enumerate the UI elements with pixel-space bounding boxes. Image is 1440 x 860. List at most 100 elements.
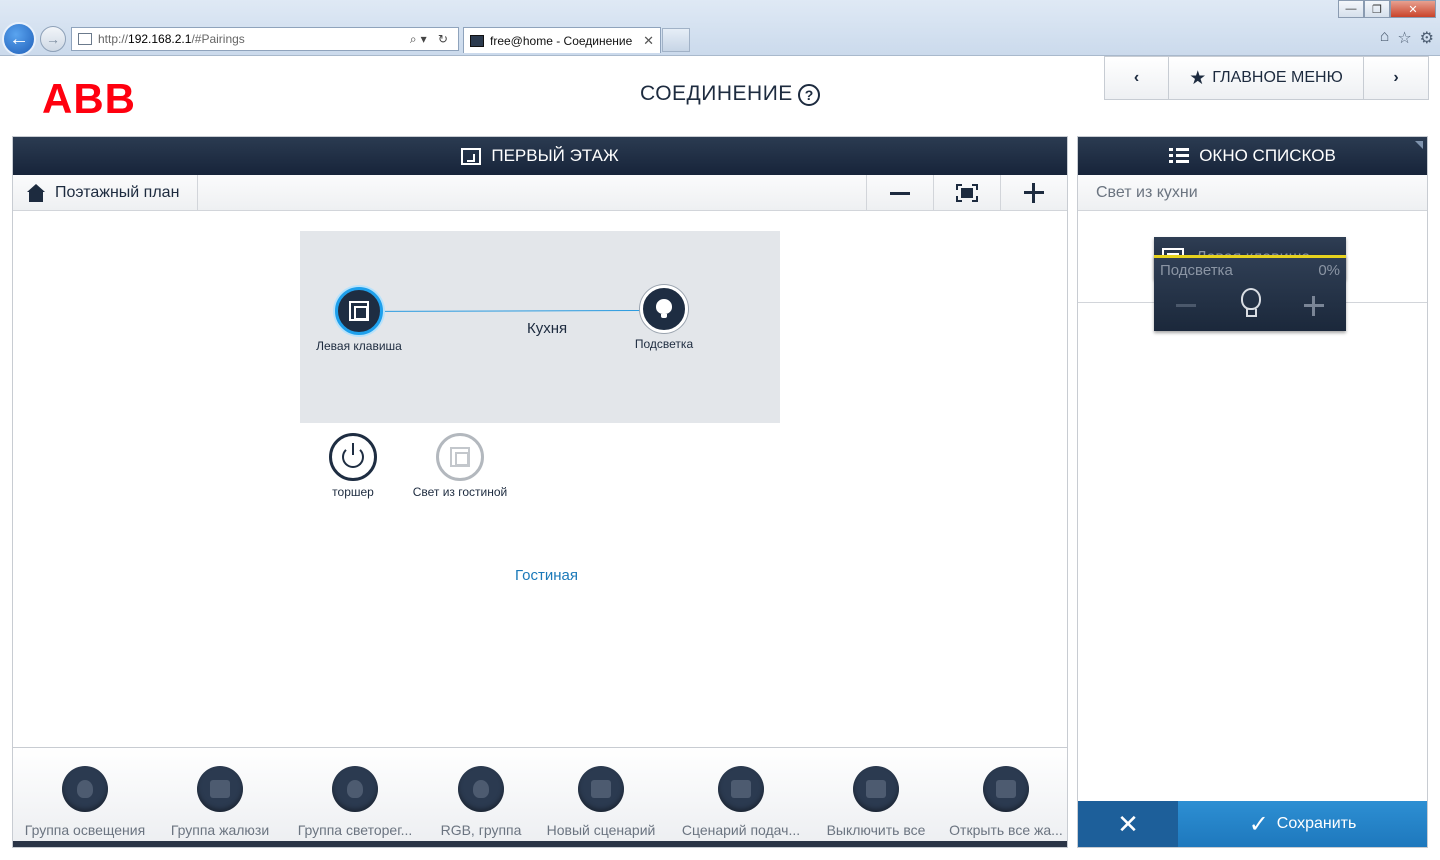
app-header: ABB СОЕДИНЕНИЕ ? ‹ ★ ГЛАВНОЕ МЕНЮ › [0, 56, 1440, 136]
bulb-icon [1240, 288, 1261, 318]
help-icon[interactable]: ? [798, 84, 820, 106]
actuator-tile-backlight[interactable]: Подсветка 0% [1154, 255, 1346, 331]
save-label: Сохранить [1276, 815, 1357, 832]
floor-panel-header: ПЕРВЫЙ ЭТАЖ [13, 137, 1067, 175]
device-backlight-label: Подсветка [634, 337, 694, 351]
switch-icon [349, 301, 369, 321]
tray-item-light-group[interactable]: Группа освещения [20, 766, 150, 838]
scene-icon [578, 766, 624, 812]
close-window-button[interactable]: ✕ [1390, 0, 1436, 18]
open-blinds-icon [983, 766, 1029, 812]
plus-icon [1024, 183, 1044, 203]
bulb-icon [656, 299, 672, 319]
device-left-key[interactable]: Левая клавиша [312, 287, 406, 353]
gear-icon[interactable]: ⚙ [1420, 28, 1434, 48]
home-icon[interactable]: ⌂ [1380, 28, 1390, 48]
browser-tab[interactable]: free@home - Соединение ✕ [463, 27, 661, 53]
forward-button[interactable]: → [40, 26, 66, 52]
tray-item-rgb-group[interactable]: RGB, группа [416, 766, 546, 838]
fit-screen-icon [956, 184, 978, 202]
tray-label: Выключить все [826, 822, 926, 838]
zoom-in-button[interactable] [1000, 175, 1067, 211]
switch-icon [450, 447, 470, 467]
address-bar[interactable]: http:// 192.168.2.1 /#Pairings ⌕▾ ↻ [71, 27, 459, 51]
tray-label: Новый сценарий [546, 822, 656, 838]
all-off-icon [853, 766, 899, 812]
device-floor-lamp-circle[interactable] [329, 433, 377, 481]
tray-item-dimmer-group[interactable]: Группа светорег... [290, 766, 420, 838]
list-icon [1169, 148, 1190, 164]
device-left-key-label: Левая клавиша [316, 339, 402, 353]
url-prefix: http:// [98, 32, 129, 46]
save-button[interactable]: ✓ Сохранить [1178, 801, 1427, 847]
browser-chrome: — ❐ ✕ ← → http:// 192.168.2.1 /#Pairings… [0, 0, 1440, 56]
device-backlight[interactable]: Подсветка [624, 285, 704, 351]
room-kitchen[interactable]: Кухня Левая клавиша Подсветка [300, 231, 780, 423]
house-icon [27, 183, 45, 202]
floor-panel: ПЕРВЫЙ ЭТАЖ Поэтажный план Кухня Левая к… [12, 136, 1068, 848]
floorplan-button[interactable]: Поэтажный план [13, 174, 199, 211]
tray-label: RGB, группа [440, 822, 522, 838]
search-refresh-icon[interactable]: ⌕▾ ↻ [410, 32, 452, 47]
tray-item-panic-scene[interactable]: Сценарий подач... [676, 766, 806, 838]
main-menu-button[interactable]: ★ ГЛАВНОЕ МЕНЮ [1169, 57, 1364, 99]
main-menu-label: ГЛАВНОЕ МЕНЮ [1212, 69, 1343, 86]
floor-icon [461, 147, 482, 165]
zoom-controls [866, 175, 1067, 211]
device-living-light[interactable]: Свет из гостиной [404, 433, 516, 499]
tray-item-all-off[interactable]: Выключить все [811, 766, 941, 838]
pairing-name: Свет из кухни [1078, 175, 1427, 211]
url-path: /#Pairings [191, 32, 245, 46]
floor-title: ПЕРВЫЙ ЭТАЖ [491, 146, 619, 165]
window-controls: — ❐ ✕ [1338, 0, 1436, 18]
tab-close-icon[interactable]: ✕ [643, 33, 654, 49]
zoom-fit-button[interactable] [933, 175, 1000, 211]
bulb-group-icon [62, 766, 108, 812]
cancel-button[interactable]: ✕ [1078, 801, 1178, 847]
dim-up-button[interactable] [1304, 296, 1324, 316]
star-icon: ★ [1189, 67, 1207, 89]
group-tray: Группа освещения Группа жалюзи Группа св… [13, 747, 1067, 847]
zoom-out-button[interactable] [866, 175, 933, 211]
check-icon: ✓ [1248, 810, 1269, 838]
tab-title: free@home - Соединение [490, 33, 633, 48]
device-backlight-circle[interactable] [640, 285, 688, 333]
back-button[interactable]: ← [2, 22, 36, 56]
corner-marker-icon [1415, 141, 1423, 149]
abb-logo: ABB [42, 75, 136, 122]
list-panel-title: ОКНО СПИСКОВ [1199, 146, 1336, 165]
page-icon [78, 33, 92, 45]
tray-item-open-blinds[interactable]: Открыть все жа... [944, 766, 1068, 838]
tray-item-new-scene[interactable]: Новый сценарий [536, 766, 666, 838]
room-label-living: Гостиная [515, 567, 578, 584]
tray-label: Группа освещения [24, 822, 146, 838]
list-panel: ОКНО СПИСКОВ Свет из кухни Левая клавиша… [1077, 136, 1428, 848]
minimize-button[interactable]: — [1338, 0, 1364, 18]
floor-plan[interactable]: Кухня Левая клавиша Подсветка торшер Све… [13, 211, 1067, 747]
tray-item-blinds-group[interactable]: Группа жалюзи [155, 766, 285, 838]
room-living[interactable]: торшер Свет из гостиной Гостиная [300, 423, 780, 727]
tray-label: Группа светорег... [297, 822, 413, 838]
tray-label: Сценарий подач... [681, 822, 801, 838]
floor-toolbar: Поэтажный план [13, 174, 1067, 211]
panic-scene-icon [718, 766, 764, 812]
tray-scrollbar[interactable] [13, 841, 1067, 847]
power-icon [342, 443, 364, 468]
tab-favicon-icon [470, 34, 484, 47]
new-tab-button[interactable] [662, 28, 690, 52]
page-title: СОЕДИНЕНИЕ [640, 82, 793, 105]
url-host: 192.168.2.1 [128, 32, 192, 46]
dim-down-button[interactable] [1176, 304, 1196, 307]
maximize-button[interactable]: ❐ [1364, 0, 1390, 18]
favorites-icon[interactable]: ☆ [1397, 28, 1411, 48]
blinds-group-icon [197, 766, 243, 812]
nav-next-button[interactable]: › [1364, 57, 1428, 99]
rgb-group-icon [458, 766, 504, 812]
pairing-line [361, 309, 662, 312]
list-panel-header: ОКНО СПИСКОВ [1078, 137, 1427, 175]
device-floor-lamp[interactable]: торшер [320, 433, 386, 499]
device-living-light-circle[interactable] [436, 433, 484, 481]
dimmer-group-icon [332, 766, 378, 812]
device-left-key-circle[interactable] [335, 287, 383, 335]
nav-prev-button[interactable]: ‹ [1105, 57, 1169, 99]
